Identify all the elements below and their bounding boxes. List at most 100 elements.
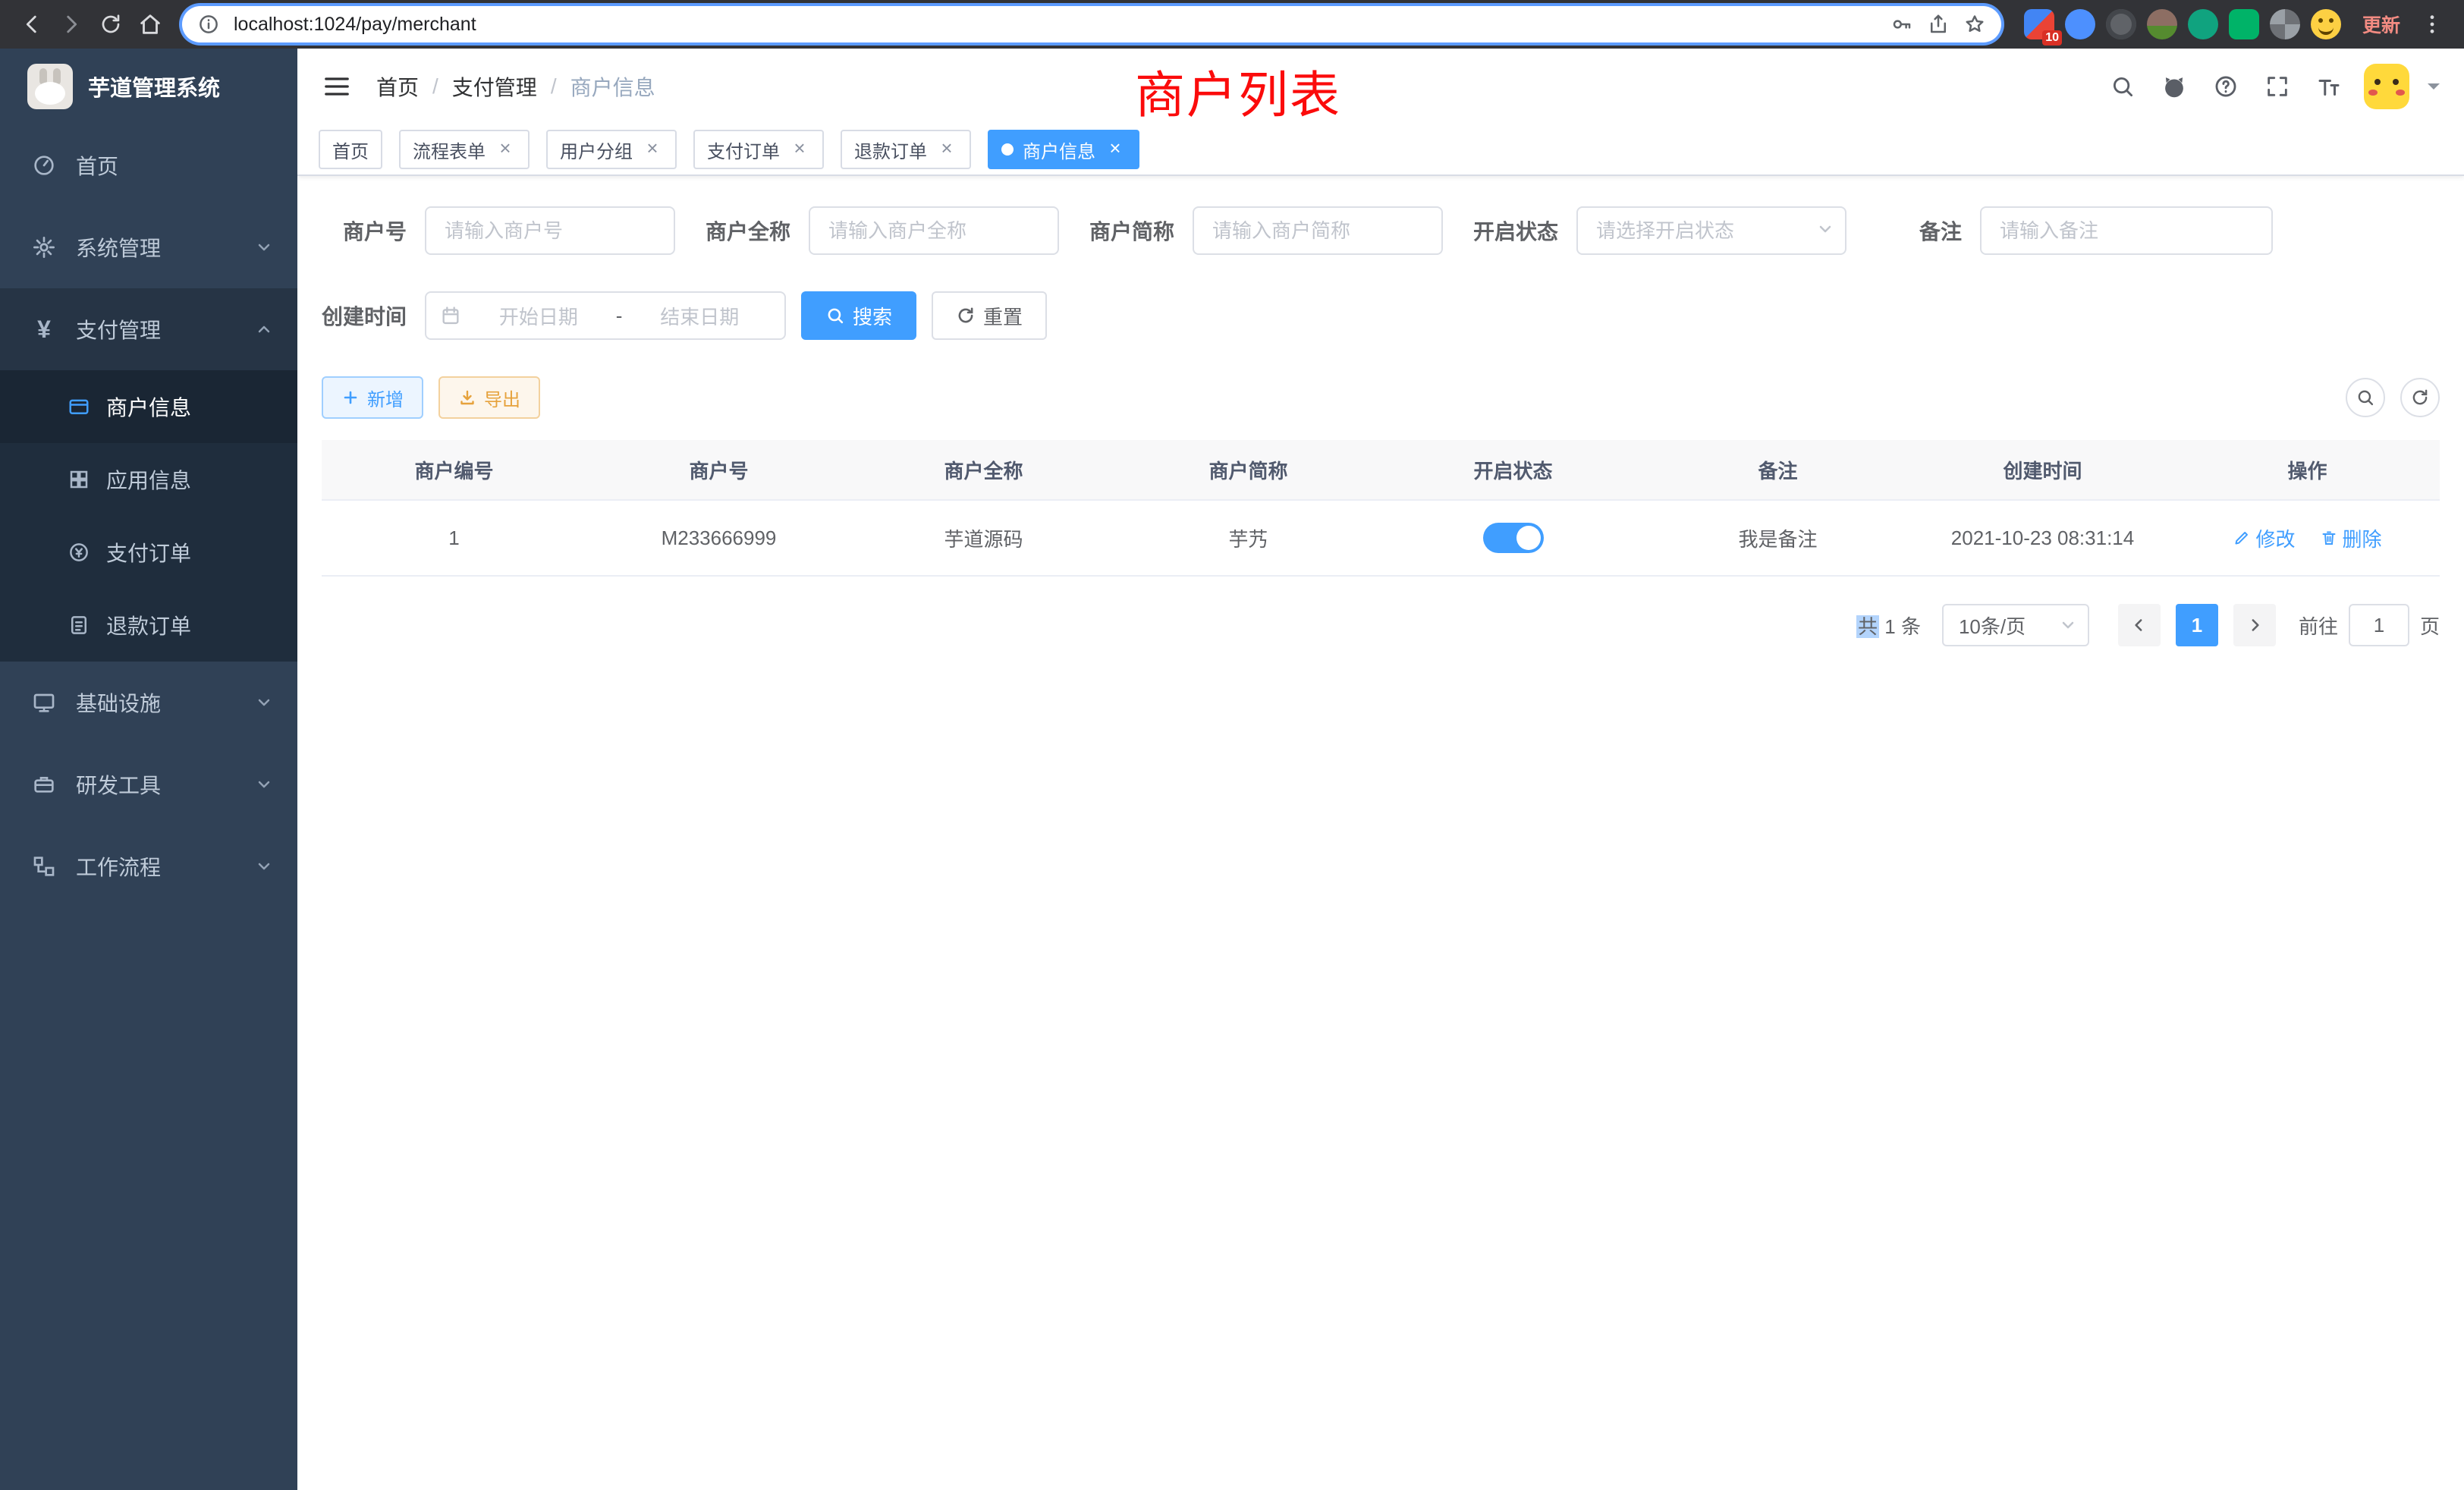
back-button[interactable] <box>12 5 52 44</box>
page-content: 商户号 商户全称 商户简称 开启状态 <box>297 176 2464 646</box>
edit-link[interactable]: 修改 <box>2233 524 2295 552</box>
table-toolbar: 新增 导出 <box>322 376 2440 419</box>
merchant-no-input[interactable] <box>425 206 675 255</box>
url-bar[interactable]: localhost:1024/pay/merchant <box>182 6 2001 42</box>
github-icon <box>2160 72 2189 101</box>
pagination-goto: 前往 页 <box>2299 604 2440 646</box>
column-header: 商户全称 <box>851 456 1116 484</box>
sidebar-item-pay-order[interactable]: 支付订单 <box>0 516 297 589</box>
collapse-menu-button[interactable] <box>322 71 352 102</box>
sidebar-item-home[interactable]: 首页 <box>0 124 297 206</box>
field-merchant-no: 商户号 <box>322 206 675 255</box>
next-page-button[interactable] <box>2233 604 2276 646</box>
toggle-search-button[interactable] <box>2346 378 2385 417</box>
tab-user-group[interactable]: 用户分组 <box>546 130 677 169</box>
extension-icon[interactable] <box>2147 9 2177 39</box>
user-avatar[interactable] <box>2364 64 2409 109</box>
page-number-1[interactable]: 1 <box>2176 604 2218 646</box>
breadcrumb-item-pay[interactable]: 支付管理 <box>452 71 537 102</box>
sidebar-item-system[interactable]: 系统管理 <box>0 206 297 288</box>
delete-link[interactable]: 删除 <box>2320 524 2382 552</box>
fullscreen-button[interactable] <box>2261 70 2294 103</box>
adblock-extension-icon[interactable]: 10 <box>2024 9 2054 39</box>
sidebar-item-app-info[interactable]: 应用信息 <box>0 443 297 516</box>
tab-refund-order[interactable]: 退款订单 <box>841 130 971 169</box>
update-button[interactable]: 更新 <box>2362 11 2400 38</box>
sidebar-item-label: 研发工具 <box>76 769 161 800</box>
tab-process-form[interactable]: 流程表单 <box>399 130 530 169</box>
field-label: 商户号 <box>322 215 425 246</box>
sidebar-item-infrastructure[interactable]: 基础设施 <box>0 662 297 743</box>
home-button[interactable] <box>130 5 170 44</box>
tab-pay-order[interactable]: 支付订单 <box>693 130 824 169</box>
trash-icon <box>2320 529 2338 547</box>
app-logo[interactable]: 芋道管理系统 <box>0 49 297 124</box>
github-button[interactable] <box>2158 70 2191 103</box>
refresh-table-button[interactable] <box>2400 378 2440 417</box>
info-icon[interactable] <box>197 13 220 36</box>
chevron-down-icon <box>2059 616 2077 634</box>
page-size-select[interactable]: 10条/页 <box>1942 604 2089 646</box>
column-header: 创建时间 <box>1910 456 2175 484</box>
sidebar-item-label: 应用信息 <box>106 464 191 495</box>
reload-button[interactable] <box>91 5 130 44</box>
cell-create-time: 2021-10-23 08:31:14 <box>1910 527 2175 550</box>
extension-icon[interactable] <box>2065 9 2095 39</box>
close-icon[interactable] <box>495 139 516 160</box>
table-header: 商户编号 商户号 商户全称 商户简称 开启状态 备注 创建时间 操作 <box>322 440 2440 501</box>
sidebar-item-refund-order[interactable]: 退款订单 <box>0 589 297 662</box>
sidebar-item-label: 首页 <box>76 150 118 181</box>
help-button[interactable] <box>2209 70 2242 103</box>
sidebar-item-workflow[interactable]: 工作流程 <box>0 825 297 907</box>
add-button[interactable]: 新增 <box>322 376 423 419</box>
short-name-input[interactable] <box>1193 206 1443 255</box>
extension-icon[interactable] <box>2229 9 2259 39</box>
monitor-icon <box>30 690 58 715</box>
column-header: 商户编号 <box>322 456 586 484</box>
search-submit-button[interactable]: 搜索 <box>801 291 916 340</box>
main-area: 首页 / 支付管理 / 商户信息 <box>297 49 2464 1490</box>
sidebar-item-merchant-info[interactable]: 商户信息 <box>0 370 297 443</box>
search-button[interactable] <box>2106 70 2139 103</box>
tab-merchant-info[interactable]: 商户信息 <box>988 130 1139 169</box>
tab-home[interactable]: 首页 <box>319 130 382 169</box>
remark-input[interactable] <box>1980 206 2273 255</box>
back-icon <box>19 11 45 37</box>
forward-button[interactable] <box>52 5 91 44</box>
breadcrumb-item-home[interactable]: 首页 <box>376 71 419 102</box>
tags-view-bar: 首页 流程表单 用户分组 支付订单 退款订单 商户信息 <box>297 124 2464 176</box>
extension-icon[interactable] <box>2270 9 2300 39</box>
status-select[interactable] <box>1576 206 1846 255</box>
prev-page-button[interactable] <box>2118 604 2161 646</box>
status-toggle[interactable] <box>1483 523 1544 553</box>
smiley-extension-icon[interactable] <box>2311 9 2341 39</box>
date-range-picker[interactable]: 开始日期 - 结束日期 <box>425 291 786 340</box>
sidebar-item-pay[interactable]: 支付管理 <box>0 288 297 370</box>
close-icon[interactable] <box>1105 139 1126 160</box>
export-button[interactable]: 导出 <box>438 376 540 419</box>
extension-icon[interactable] <box>2188 9 2218 39</box>
close-icon[interactable] <box>936 139 957 160</box>
full-name-input[interactable] <box>809 206 1059 255</box>
sidebar-item-label: 支付管理 <box>76 314 161 344</box>
font-size-button[interactable] <box>2312 70 2346 103</box>
pagination-total: 共 1 条 <box>1856 611 1921 640</box>
button-label: 新增 <box>367 385 404 411</box>
extension-icon[interactable] <box>2106 9 2136 39</box>
sidebar-item-label: 基础设施 <box>76 687 161 718</box>
dots-vertical-icon <box>2420 12 2444 36</box>
close-icon[interactable] <box>642 139 663 160</box>
key-icon[interactable] <box>1890 13 1913 36</box>
tab-label: 首页 <box>332 137 369 163</box>
goto-page-input[interactable] <box>2349 604 2409 646</box>
caret-down-icon[interactable] <box>2428 83 2440 96</box>
reset-button[interactable]: 重置 <box>932 291 1047 340</box>
sidebar-item-dev-tools[interactable]: 研发工具 <box>0 743 297 825</box>
browser-menu-button[interactable] <box>2412 5 2452 44</box>
annotation-text: 商户列表 <box>1135 55 1341 127</box>
close-icon[interactable] <box>789 139 810 160</box>
share-icon[interactable] <box>1927 13 1950 36</box>
star-icon[interactable] <box>1963 13 1986 36</box>
column-header: 开启状态 <box>1381 456 1645 484</box>
browser-toolbar: localhost:1024/pay/merchant 10 更新 <box>0 0 2464 49</box>
